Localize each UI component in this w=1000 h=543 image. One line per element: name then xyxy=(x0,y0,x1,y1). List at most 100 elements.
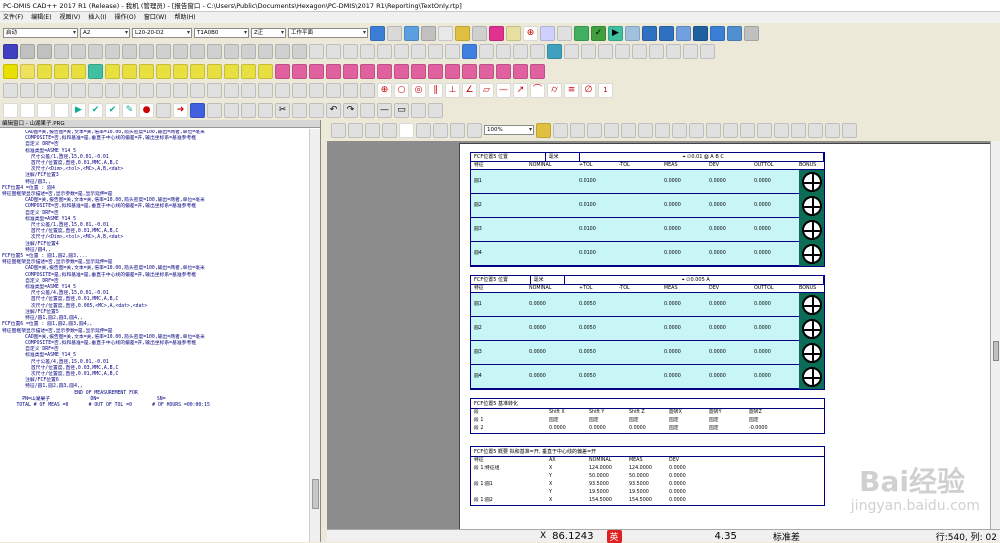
lock-icon[interactable] xyxy=(536,122,551,138)
menu-view[interactable]: 视图(V) xyxy=(56,14,83,21)
construct22-icon[interactable] xyxy=(360,82,375,98)
dim-runout-icon[interactable]: ↗ xyxy=(513,82,528,98)
report-table6-icon[interactable] xyxy=(638,122,653,138)
dim-circularity-icon[interactable]: ○ xyxy=(394,82,409,98)
report-table4-icon[interactable] xyxy=(604,122,619,138)
measure-icon[interactable] xyxy=(309,43,324,59)
report-template-icon[interactable] xyxy=(348,122,363,138)
report-table11-icon[interactable] xyxy=(723,122,738,138)
report-table18-icon[interactable] xyxy=(842,122,857,138)
dim-profile-icon[interactable]: ⌒ xyxy=(530,82,545,98)
scan-icon[interactable] xyxy=(693,25,708,41)
measure9-icon[interactable] xyxy=(445,43,460,59)
measure13-icon[interactable] xyxy=(513,43,528,59)
report-edit-icon[interactable] xyxy=(331,122,346,138)
code-line[interactable]: TOTAL # OF MEAS =0 # OUT OF TOL =0 # OF … xyxy=(2,403,308,409)
measure19-icon[interactable] xyxy=(615,43,630,59)
auto-circle-icon[interactable] xyxy=(88,63,103,79)
scroll-thumb[interactable] xyxy=(312,479,319,509)
construct5-icon[interactable] xyxy=(71,82,86,98)
copy-icon[interactable] xyxy=(557,25,572,41)
measure16-icon[interactable] xyxy=(564,43,579,59)
edit-icon[interactable] xyxy=(241,102,256,118)
execute-icon[interactable]: ▶ xyxy=(608,25,623,41)
workplane-select[interactable]: Z正 xyxy=(251,28,286,38)
zoom-select[interactable]: 100% xyxy=(484,125,534,135)
undo-icon[interactable]: ↶ xyxy=(326,102,341,118)
auto-width-icon[interactable] xyxy=(462,63,477,79)
report-table9-icon[interactable] xyxy=(689,122,704,138)
measure4-icon[interactable] xyxy=(360,43,375,59)
auto-polygon-icon[interactable] xyxy=(309,63,324,79)
report-table3-icon[interactable] xyxy=(587,122,602,138)
point-icon[interactable] xyxy=(727,25,742,41)
program-code[interactable]: CAD图=关,报告图=关,文本=关,倍率=10.00,箭头密度=100,输出=两… xyxy=(2,130,308,530)
report-page-icon[interactable] xyxy=(399,122,414,138)
auto-line-icon[interactable] xyxy=(54,63,69,79)
curve-feature-icon[interactable] xyxy=(190,43,205,59)
auto-edge-icon[interactable] xyxy=(190,63,205,79)
dim-parallel-icon[interactable]: ∥ xyxy=(428,82,443,98)
construct10-icon[interactable] xyxy=(156,82,171,98)
auto-curve-icon[interactable] xyxy=(394,63,409,79)
dim-straight-icon[interactable]: — xyxy=(496,82,511,98)
status-icon[interactable] xyxy=(574,25,589,41)
rect-icon[interactable]: ▭ xyxy=(394,102,409,118)
auto-angle-icon[interactable] xyxy=(207,63,222,79)
globe-icon[interactable] xyxy=(370,25,385,41)
rounded-rect-icon[interactable] xyxy=(190,102,205,118)
edge-feature-icon[interactable] xyxy=(258,43,273,59)
report-table2-icon[interactable] xyxy=(570,122,585,138)
auto-torus-icon[interactable] xyxy=(343,63,358,79)
auto-hole-icon[interactable] xyxy=(360,63,375,79)
comment2-icon[interactable] xyxy=(207,102,222,118)
probe-change-icon[interactable] xyxy=(156,102,171,118)
hammer-icon[interactable] xyxy=(472,25,487,41)
measure21-icon[interactable] xyxy=(649,43,664,59)
surface-feature-icon[interactable] xyxy=(207,43,222,59)
measure7-icon[interactable] xyxy=(411,43,426,59)
construct-icon[interactable] xyxy=(3,82,18,98)
report-view-icon[interactable] xyxy=(416,122,431,138)
report-table16-icon[interactable] xyxy=(808,122,823,138)
record-icon[interactable]: ● xyxy=(139,102,154,118)
comment3-icon[interactable] xyxy=(224,102,239,118)
polygon-feature-icon[interactable] xyxy=(173,43,188,59)
measure23-icon[interactable] xyxy=(683,43,698,59)
misc-icon[interactable] xyxy=(744,25,759,41)
measure2-icon[interactable] xyxy=(326,43,341,59)
cloud-icon[interactable] xyxy=(642,25,657,41)
measure6-icon[interactable] xyxy=(394,43,409,59)
auto-cone-icon[interactable] xyxy=(122,63,137,79)
hole-feature-icon[interactable] xyxy=(292,43,307,59)
construct21-icon[interactable] xyxy=(343,82,358,98)
measure11-icon[interactable] xyxy=(479,43,494,59)
auto-end-icon[interactable] xyxy=(530,63,545,79)
tip-select[interactable]: L20-20-D2 xyxy=(132,28,192,38)
sphere-feature-icon[interactable] xyxy=(105,43,120,59)
line-icon[interactable]: — xyxy=(377,102,392,118)
auto-slot-icon[interactable] xyxy=(156,63,171,79)
arrow-right-icon[interactable]: ➜ xyxy=(173,102,188,118)
check-icon[interactable]: ✓ xyxy=(591,25,606,41)
slot-feature-icon[interactable] xyxy=(122,43,137,59)
tip2-icon[interactable] xyxy=(710,25,725,41)
dim-cyl-icon[interactable]: ⌭ xyxy=(547,82,562,98)
construct11-icon[interactable] xyxy=(173,82,188,98)
point-feature-icon[interactable] xyxy=(3,43,18,59)
measure3-icon[interactable] xyxy=(343,43,358,59)
layout-icon[interactable] xyxy=(625,25,640,41)
construct17-icon[interactable] xyxy=(275,82,290,98)
construct7-icon[interactable] xyxy=(105,82,120,98)
tip-icon[interactable] xyxy=(404,25,419,41)
report-refresh-icon[interactable] xyxy=(365,122,380,138)
construct16-icon[interactable] xyxy=(258,82,273,98)
edit2-icon[interactable] xyxy=(258,102,273,118)
report-table14-icon[interactable] xyxy=(774,122,789,138)
construct14-icon[interactable] xyxy=(224,82,239,98)
auto-gap-icon[interactable] xyxy=(445,63,460,79)
auto-thread-icon[interactable] xyxy=(411,63,426,79)
notch-feature-icon[interactable] xyxy=(275,43,290,59)
probe-path-icon[interactable] xyxy=(540,25,555,41)
auto-plane-icon[interactable] xyxy=(71,63,86,79)
